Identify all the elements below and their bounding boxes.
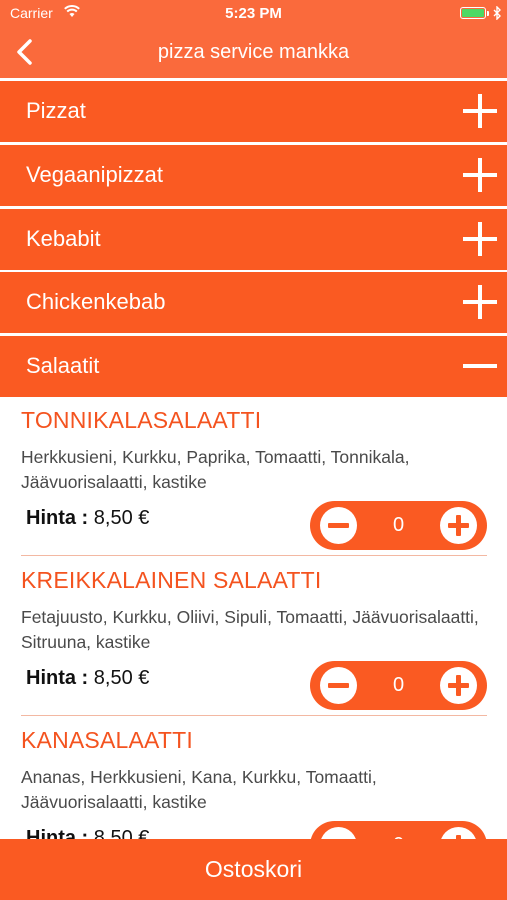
cart-label: Ostoskori: [204, 856, 303, 882]
item-description: Ananas, Herkkusieni, Kana, Kurkku, Tomaa…: [21, 767, 377, 812]
item-name: KREIKKALAINEN SALAATTI: [21, 567, 322, 593]
price-label: Hinta :: [26, 507, 89, 529]
item-price: Hinta : 8,50 €: [26, 667, 149, 690]
item-description: Herkkusieni, Kurkku, Paprika, Tomaatti, …: [21, 447, 410, 492]
page-title: pizza service mankka: [157, 41, 350, 63]
category-pizzat[interactable]: Pizzat: [0, 81, 507, 142]
price-label: Hinta :: [26, 667, 89, 689]
price-value: 8,50 €: [93, 507, 150, 529]
quantity-stepper: 0: [310, 661, 487, 710]
category-chickenkebab[interactable]: Chickenkebab: [0, 272, 507, 333]
category-label: Salaatit: [26, 353, 100, 378]
increase-quantity-button[interactable]: [440, 507, 477, 544]
plus-icon[interactable]: [463, 158, 497, 192]
item-name: KANASALAATTI: [21, 727, 193, 753]
clock: 5:23 PM: [225, 5, 282, 22]
plus-icon[interactable]: [463, 285, 497, 319]
plus-icon[interactable]: [463, 222, 497, 256]
divider: [21, 715, 487, 716]
battery-icon: [460, 7, 486, 19]
increase-quantity-button[interactable]: [440, 667, 477, 704]
bluetooth-icon: [493, 6, 501, 20]
minus-icon[interactable]: [463, 349, 497, 383]
category-label: Vegaanipizzat: [26, 162, 163, 187]
category-label: Pizzat: [26, 98, 86, 123]
plus-icon[interactable]: [463, 94, 497, 128]
cart-button[interactable]: Ostoskori: [0, 839, 507, 900]
nav-bar: pizza service mankka: [0, 26, 507, 78]
price-value: 8,50 €: [93, 667, 150, 689]
quantity-stepper: 0: [310, 501, 487, 550]
category-vegaanipizzat[interactable]: Vegaanipizzat: [0, 145, 507, 206]
category-label: Kebabit: [26, 226, 101, 251]
divider: [21, 555, 487, 556]
battery-tip: [487, 11, 489, 16]
category-label: Chickenkebab: [26, 289, 166, 314]
item-name: TONNIKALASALAATTI: [21, 407, 262, 433]
category-salaatit[interactable]: Salaatit: [0, 336, 507, 397]
status-bar: Carrier 5:23 PM: [0, 0, 507, 26]
item-price: Hinta : 8,50 €: [26, 507, 149, 530]
category-kebabit[interactable]: Kebabit: [0, 209, 507, 270]
item-description: Fetajuusto, Kurkku, Oliivi, Sipuli, Toma…: [21, 607, 479, 652]
